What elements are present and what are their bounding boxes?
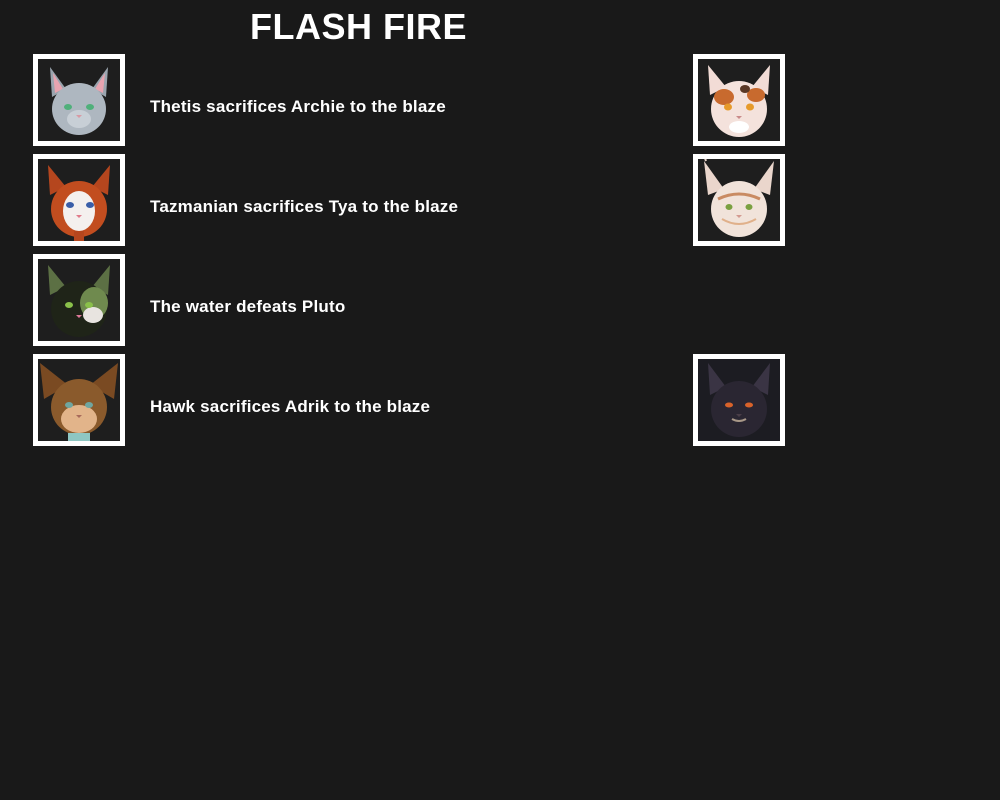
event-row: Tazmanian sacrifices Tya to the blaze	[0, 154, 1000, 250]
grey-cat-avatar	[33, 54, 125, 146]
cream-lynx-cat-avatar	[693, 154, 785, 246]
event-row: The water defeats Pluto	[0, 254, 1000, 350]
calico-cat-avatar	[693, 54, 785, 146]
ginger-white-cat-avatar	[33, 154, 125, 246]
event-text: Tazmanian sacrifices Tya to the blaze	[150, 197, 459, 216]
event-text: Thetis sacrifices Archie to the blaze	[150, 97, 446, 116]
page-title: FLASH FIRE	[250, 6, 467, 47]
black-green-cat-avatar	[33, 254, 125, 346]
event-text: Hawk sacrifices Adrik to the blaze	[150, 397, 431, 416]
event-row: Hawk sacrifices Adrik to the blaze	[0, 354, 1000, 450]
event-text: The water defeats Pluto	[150, 297, 346, 316]
dark-shadow-cat-avatar	[693, 354, 785, 446]
brown-tabby-cat-avatar	[33, 354, 125, 446]
event-row: Thetis sacrifices Archie to the blaze	[0, 54, 1000, 150]
